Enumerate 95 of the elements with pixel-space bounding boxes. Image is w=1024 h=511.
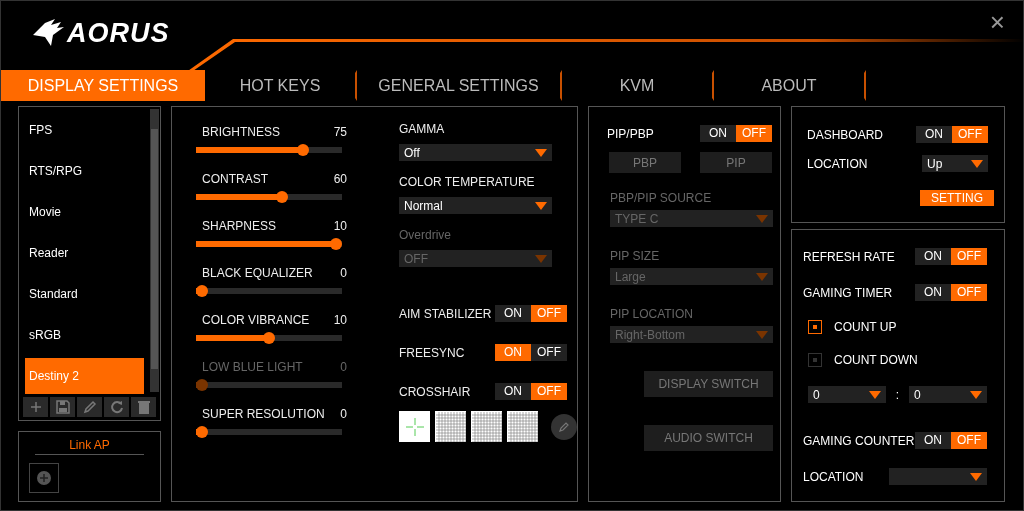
mode-button[interactable]: PBP — [609, 152, 681, 173]
dropdown[interactable]: 0 — [808, 386, 886, 403]
caret-icon — [535, 201, 547, 210]
slider-track[interactable] — [196, 426, 342, 438]
setting-label: PIP LOCATION — [610, 307, 694, 321]
setting-label: LOCATION — [807, 156, 868, 171]
pencil-icon[interactable] — [551, 413, 577, 440]
slider-label: BRIGHTNESS — [202, 125, 280, 139]
dropdown[interactable]: Up — [922, 155, 988, 172]
trash-icon[interactable] — [131, 397, 156, 417]
setting-label: PBP/PIP SOURCE — [610, 191, 713, 205]
caret-icon — [535, 148, 547, 157]
radio-button[interactable] — [808, 320, 822, 334]
caret-icon — [756, 272, 768, 281]
setting-label: GAMMA — [399, 122, 446, 136]
dropdown[interactable] — [889, 468, 987, 485]
on-off-switch[interactable]: ON OFF — [495, 344, 567, 361]
on-off-switch[interactable]: ON OFF — [495, 305, 567, 322]
close-button[interactable]: × — [989, 9, 1005, 35]
slider-track[interactable] — [196, 332, 342, 344]
setting-label: Overdrive — [399, 228, 452, 242]
reset-icon[interactable] — [104, 397, 129, 417]
on-off-switch[interactable]: ON OFF — [700, 125, 772, 142]
switch-button[interactable]: AUDIO SWITCH — [644, 425, 773, 451]
slider-track[interactable] — [196, 238, 342, 250]
slider-value: 0 — [340, 266, 347, 280]
slider-label: SUPER RESOLUTION — [202, 407, 325, 421]
slider-track[interactable] — [196, 191, 342, 203]
slider-track[interactable] — [196, 144, 342, 156]
scrollbar[interactable] — [150, 109, 159, 392]
link-ap-title: Link AP — [35, 438, 144, 455]
slider-thumb[interactable] — [276, 191, 289, 203]
setting-label: PIP/PBP — [607, 126, 654, 141]
preset-item[interactable]: sRGB — [25, 317, 144, 353]
preset-item[interactable]: Movie — [25, 194, 144, 230]
slider-thumb[interactable] — [196, 285, 208, 297]
slider-track[interactable] — [196, 285, 342, 297]
logo: AORUS — [67, 19, 170, 47]
slider-value: 60 — [333, 172, 347, 186]
radio-label: COUNT UP — [834, 320, 897, 334]
add-icon[interactable] — [23, 397, 48, 417]
dropdown[interactable]: Off — [399, 144, 552, 161]
preset-item[interactable]: FPS — [25, 112, 144, 148]
on-off-switch[interactable]: ON OFF — [915, 432, 987, 449]
setting-label: AIM STABILIZER — [399, 306, 492, 321]
dropdown[interactable]: Normal — [399, 197, 552, 214]
dropdown[interactable]: 0 — [909, 386, 987, 403]
preset-item[interactable]: Reader — [25, 235, 144, 271]
setting-label: REFRESH RATE — [803, 249, 895, 264]
plus-icon — [36, 470, 52, 486]
on-off-switch[interactable]: ON OFF — [916, 126, 988, 143]
slider-label: BLACK EQUALIZER — [202, 266, 313, 280]
caret-icon — [756, 214, 768, 223]
setting-label: CROSSHAIR — [399, 384, 471, 399]
slider-value: 0 — [340, 407, 347, 421]
slider-thumb[interactable] — [330, 238, 342, 250]
radio-label: COUNT DOWN — [834, 353, 918, 367]
caret-icon — [970, 390, 982, 399]
slider-value: 0 — [340, 360, 347, 374]
setting-label: DASHBOARD — [807, 127, 883, 142]
caret-icon — [869, 390, 881, 399]
mode-button[interactable]: PIP — [700, 152, 772, 173]
setting-label: LOCATION — [803, 469, 864, 484]
pencil-icon[interactable] — [77, 397, 102, 417]
setting-label: FREESYNC — [399, 345, 465, 360]
slider-thumb[interactable] — [196, 426, 208, 438]
slider-value: 10 — [333, 219, 347, 233]
save-icon[interactable] — [50, 397, 75, 417]
on-off-switch[interactable]: ON OFF — [915, 284, 987, 301]
setting-label: COLOR TEMPERATURE — [399, 175, 536, 189]
on-off-switch[interactable]: ON OFF — [915, 248, 987, 265]
caret-icon — [535, 254, 547, 263]
caret-icon — [971, 159, 983, 168]
preset-item[interactable]: RTS/RPG — [25, 153, 144, 189]
setting-label: GAMING COUNTER — [803, 433, 915, 448]
slider-thumb[interactable] — [296, 144, 309, 156]
radio-button[interactable] — [808, 353, 822, 367]
switch-button[interactable]: DISPLAY SWITCH — [644, 371, 773, 397]
setting-label: GAMING TIMER — [803, 285, 893, 300]
slider-label: COLOR VIBRANCE — [202, 313, 310, 327]
slider-thumb[interactable] — [263, 332, 275, 344]
slider-label: SHARPNESS — [202, 219, 277, 233]
caret-icon — [756, 330, 768, 339]
slider-track[interactable] — [196, 379, 342, 391]
slider-value: 10 — [333, 313, 347, 327]
slider-value: 75 — [333, 125, 347, 139]
slider-label: LOW BLUE LIGHT — [202, 360, 303, 374]
add-button[interactable] — [29, 463, 59, 493]
eagle-icon — [31, 19, 65, 47]
time-separator: : — [895, 387, 900, 402]
caret-icon — [970, 472, 982, 481]
setting-label: PIP SIZE — [610, 249, 661, 263]
preset-item[interactable]: Standard — [25, 276, 144, 312]
on-off-switch[interactable]: ON OFF — [495, 383, 567, 400]
slider-label: CONTRAST — [202, 172, 268, 186]
